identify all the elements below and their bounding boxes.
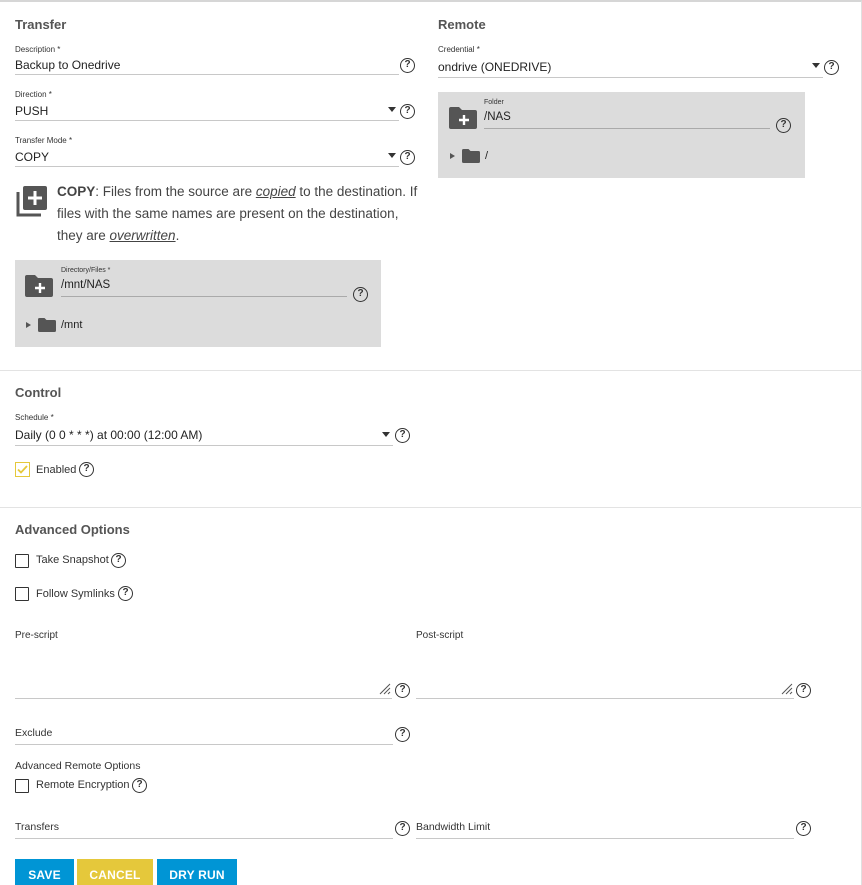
post-script-help-icon[interactable]: ? — [796, 683, 811, 698]
remote-encryption-label: Remote Encryption — [36, 779, 130, 791]
folder-input[interactable]: /NAS — [484, 111, 770, 127]
folder-add-icon[interactable] — [448, 106, 478, 130]
section-divider — [0, 370, 862, 371]
remote-encryption-checkbox[interactable] — [15, 779, 29, 793]
folder-label: Folder — [484, 99, 504, 106]
exclude-underline — [15, 744, 393, 745]
description-underline — [15, 74, 399, 75]
pre-script-label: Pre-script — [15, 630, 58, 641]
bandwidth-limit-help-icon[interactable]: ? — [796, 821, 811, 836]
pre-script-textarea[interactable] — [15, 644, 392, 698]
directory-input[interactable]: /mnt/NAS — [61, 279, 347, 295]
enabled-checkbox[interactable] — [15, 462, 30, 477]
remote-encryption-help-icon[interactable]: ? — [132, 778, 147, 793]
control-section-title: Control — [15, 385, 62, 400]
remote-folder-explorer: Folder /NAS ? / — [438, 92, 805, 178]
expand-arrow-icon[interactable] — [26, 322, 31, 328]
take-snapshot-label: Take Snapshot — [36, 554, 109, 566]
follow-symlinks-help-icon[interactable]: ? — [118, 586, 133, 601]
pre-script-underline — [15, 698, 392, 699]
direction-underline — [15, 120, 399, 121]
remote-section-title: Remote — [438, 17, 486, 32]
bandwidth-limit-underline — [416, 838, 794, 839]
exclude-help-icon[interactable]: ? — [395, 727, 410, 742]
transfers-input[interactable]: Transfers — [15, 821, 59, 833]
transfers-underline — [15, 838, 393, 839]
transfers-help-icon[interactable]: ? — [395, 821, 410, 836]
enabled-label: Enabled — [36, 464, 77, 476]
folder-icon — [462, 149, 480, 163]
transfer-mode-underline — [15, 166, 399, 167]
transfer-mode-label: Transfer Mode * — [15, 136, 73, 145]
section-divider — [0, 507, 862, 508]
transfer-mode-description: COPY: Files from the source are copied t… — [57, 184, 418, 243]
post-script-textarea[interactable] — [416, 644, 794, 698]
description-input[interactable]: Backup to Onedrive — [15, 58, 399, 74]
directory-label: Directory/Files * — [61, 267, 111, 274]
resize-handle-icon[interactable] — [781, 683, 793, 695]
directory-help-icon[interactable]: ? — [353, 287, 368, 302]
credential-select[interactable]: ondrive (ONEDRIVE) — [438, 60, 823, 76]
directory-tree-item[interactable]: /mnt — [61, 319, 82, 331]
follow-symlinks-checkbox[interactable] — [15, 587, 29, 601]
chevron-down-icon[interactable] — [812, 63, 820, 68]
transfer-section-title: Transfer — [15, 17, 67, 32]
library-add-icon — [16, 186, 47, 217]
folder-icon — [38, 318, 56, 332]
direction-label: Direction * — [15, 90, 52, 99]
follow-symlinks-label: Follow Symlinks — [36, 588, 115, 600]
description-label: Description * — [15, 45, 61, 54]
advanced-section-title: Advanced Options — [15, 522, 130, 537]
folder-underline — [484, 128, 770, 129]
transfer-mode-help-icon[interactable]: ? — [400, 150, 415, 165]
advanced-remote-options-title: Advanced Remote Options — [15, 760, 141, 772]
bandwidth-limit-input[interactable]: Bandwidth Limit — [416, 821, 490, 833]
enabled-help-icon[interactable]: ? — [79, 462, 94, 477]
schedule-help-icon[interactable]: ? — [395, 428, 410, 443]
description-help-icon[interactable]: ? — [400, 58, 415, 73]
credential-underline — [438, 77, 823, 78]
schedule-select[interactable]: Daily (0 0 * * *) at 00:00 (12:00 AM) — [15, 428, 393, 444]
resize-handle-icon[interactable] — [379, 683, 391, 695]
pre-script-help-icon[interactable]: ? — [395, 683, 410, 698]
folder-tree-item[interactable]: / — [485, 150, 488, 162]
chevron-down-icon[interactable] — [388, 107, 396, 112]
folder-add-icon[interactable] — [24, 274, 54, 298]
folder-help-icon[interactable]: ? — [776, 118, 791, 133]
post-script-label: Post-script — [416, 630, 464, 641]
transfer-mode-select[interactable]: COPY — [15, 150, 399, 166]
directory-explorer: Directory/Files * /mnt/NAS ? /mnt — [15, 260, 381, 347]
expand-arrow-icon[interactable] — [450, 153, 455, 159]
direction-select[interactable]: PUSH — [15, 104, 399, 120]
schedule-underline — [15, 445, 393, 446]
chevron-down-icon[interactable] — [388, 153, 396, 158]
credential-label: Credential * — [438, 45, 480, 54]
cancel-button[interactable]: CANCEL — [77, 859, 153, 885]
take-snapshot-checkbox[interactable] — [15, 554, 29, 568]
direction-help-icon[interactable]: ? — [400, 104, 415, 119]
chevron-down-icon[interactable] — [382, 432, 390, 437]
exclude-input[interactable]: Exclude — [15, 727, 52, 739]
post-script-underline — [416, 698, 794, 699]
save-button[interactable]: SAVE — [15, 859, 74, 885]
take-snapshot-help-icon[interactable]: ? — [111, 553, 126, 568]
dry-run-button[interactable]: DRY RUN — [157, 859, 237, 885]
directory-underline — [61, 296, 347, 297]
credential-help-icon[interactable]: ? — [824, 60, 839, 75]
form-container: Transfer Description * Backup to Onedriv… — [0, 0, 862, 885]
schedule-label: Schedule * — [15, 413, 54, 422]
